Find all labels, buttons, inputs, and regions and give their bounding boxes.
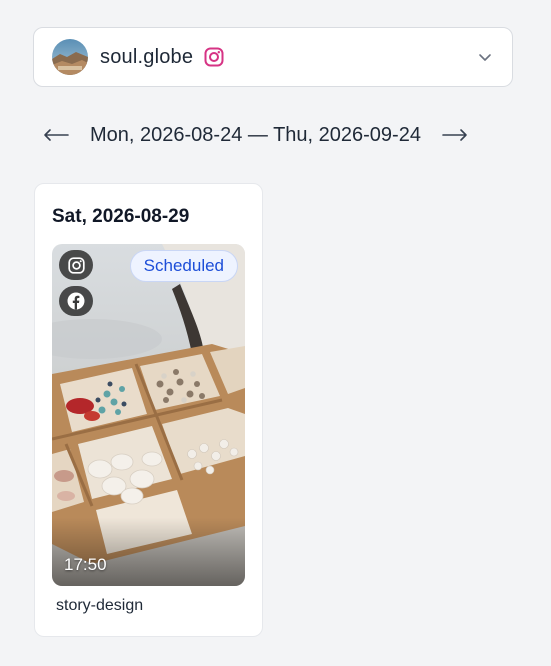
- account-avatar: [52, 39, 88, 75]
- chevron-down-icon[interactable]: [476, 48, 494, 66]
- day-card: Sat, 2026-08-29 Scheduled 17:50 story-de…: [34, 183, 263, 637]
- account-selector[interactable]: soul.globe: [33, 27, 513, 87]
- post-time: 17:50: [64, 555, 107, 574]
- arrow-left-icon: [44, 129, 69, 141]
- date-range-label: Mon, 2026-08-24 — Thu, 2026-09-24: [90, 123, 421, 146]
- post-caption: story-design: [56, 597, 144, 614]
- instagram-network-badge: [59, 250, 93, 280]
- facebook-network-badge: [59, 286, 93, 316]
- status-badge: Scheduled: [129, 250, 238, 282]
- account-name: soul.globe: [100, 45, 194, 68]
- day-date-label: Sat, 2026-08-29: [52, 206, 190, 227]
- instagram-icon: [204, 47, 224, 67]
- instagram-icon: [67, 256, 85, 274]
- facebook-icon: [67, 292, 85, 310]
- next-range-button[interactable]: [439, 119, 471, 151]
- arrow-right-icon: [442, 129, 467, 141]
- scheduled-post[interactable]: Scheduled 17:50: [52, 244, 245, 586]
- date-range-nav: Mon, 2026-08-24 — Thu, 2026-09-24: [40, 118, 490, 152]
- previous-range-button[interactable]: [40, 119, 72, 151]
